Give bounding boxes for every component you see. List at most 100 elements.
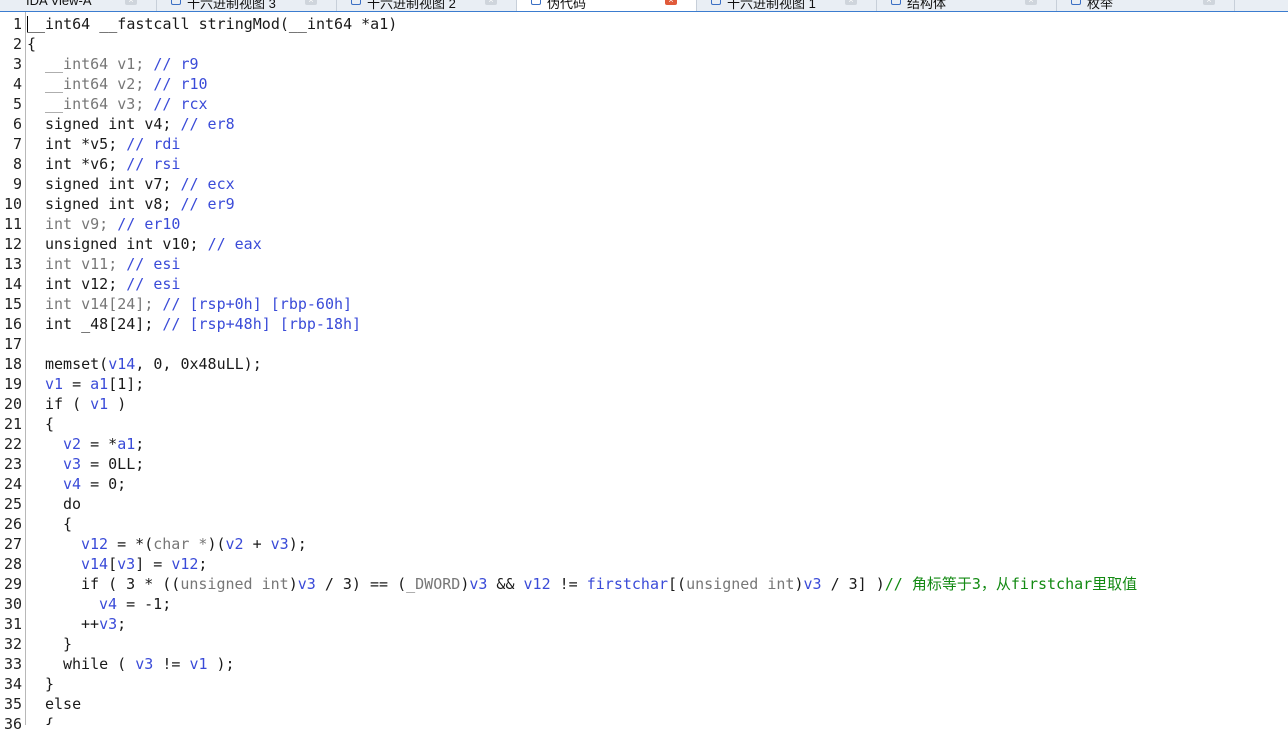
code-identifier[interactable]: firstchar	[587, 575, 668, 593]
line-number: 26	[3, 515, 22, 533]
code-line[interactable]: v4 = -1;	[99, 594, 171, 614]
code-token: int v11;	[45, 255, 127, 273]
code-identifier[interactable]: v1	[90, 395, 108, 413]
code-token: )	[794, 575, 804, 593]
code-line[interactable]: v4 = 0;	[63, 474, 126, 494]
code-line[interactable]: {	[63, 514, 72, 534]
line-number: 31	[3, 615, 22, 633]
code-line[interactable]: int *v5; // rdi	[45, 134, 180, 154]
code-line[interactable]: {	[27, 34, 36, 54]
tab-close-icon[interactable]: ×	[1203, 0, 1215, 5]
code-identifier[interactable]: v14	[81, 555, 108, 573]
code-identifier[interactable]: v4	[63, 475, 81, 493]
code-identifier[interactable]: v2	[226, 535, 244, 553]
code-identifier[interactable]: v3	[298, 575, 316, 593]
code-line[interactable]: if ( v1 )	[45, 394, 126, 414]
code-comment: // rsi	[126, 155, 181, 173]
tab-close-icon[interactable]: ×	[845, 0, 857, 5]
code-token: = 0LL;	[81, 455, 145, 473]
code-line[interactable]: int v14[24]; // [rsp+0h] [rbp-60h]	[45, 294, 352, 314]
code-identifier[interactable]: a1	[90, 375, 108, 393]
code-token: ++	[81, 615, 100, 633]
code-line[interactable]: signed int v8; // er9	[45, 194, 235, 214]
code-line[interactable]: signed int v7; // ecx	[45, 174, 235, 194]
code-identifier[interactable]: v3	[804, 575, 822, 593]
code-line[interactable]: __int64 v2; // r10	[45, 74, 208, 94]
code-comment: // 角标等于3，从firstchar里取值	[884, 575, 1138, 593]
code-line[interactable]: int _48[24]; // [rsp+48h] [rbp-18h]	[45, 314, 361, 334]
code-identifier[interactable]: v12	[81, 535, 108, 553]
code-identifier[interactable]: v2	[63, 435, 81, 453]
code-line[interactable]: else	[45, 694, 81, 714]
code-line[interactable]: v1 = a1[1];	[45, 374, 144, 394]
code-line[interactable]: v14[v3] = v12;	[81, 554, 207, 574]
tab-close-icon[interactable]: ×	[485, 0, 497, 5]
code-line[interactable]: v12 = *(char *)(v2 + v3);	[81, 534, 307, 554]
code-comment: // eax	[207, 235, 262, 253]
tab-4[interactable]: 十六进制视图 1 ×	[697, 0, 877, 11]
code-token: signed int v8;	[45, 195, 181, 213]
code-identifier[interactable]: v3	[99, 615, 117, 633]
code-identifier[interactable]: v3	[63, 455, 81, 473]
tab-3[interactable]: 伪代码 ×	[517, 0, 697, 11]
line-number: 21	[3, 415, 22, 433]
tab-6[interactable]: 枚举 ×	[1057, 0, 1235, 11]
code-comment: // esi	[126, 275, 181, 293]
tab-close-icon[interactable]: ×	[1025, 0, 1037, 5]
code-line[interactable]: {	[45, 714, 54, 725]
code-line[interactable]: unsigned int v10; // eax	[45, 234, 262, 254]
code-identifier[interactable]: v14	[108, 355, 135, 373]
code-token: }	[45, 675, 55, 693]
tab-2[interactable]: 十六进制视图 2 ×	[337, 0, 517, 11]
tab-0[interactable]: IDA View-A ×	[0, 0, 157, 11]
code-identifier[interactable]: v1	[45, 375, 63, 393]
code-token: else	[45, 695, 82, 713]
code-line[interactable]: while ( v3 != v1 );	[63, 654, 235, 674]
code-line[interactable]: int v12; // esi	[45, 274, 180, 294]
tab-close-icon[interactable]: ×	[125, 0, 137, 5]
code-line[interactable]: __int64 __fastcall stringMod(__int64 *a1…	[27, 14, 397, 34]
tab-close-icon[interactable]: ×	[665, 0, 677, 5]
code-identifier[interactable]: a1	[117, 435, 135, 453]
code-identifier[interactable]: v3	[135, 655, 153, 673]
code-line[interactable]: int v9; // er10	[45, 214, 180, 234]
tab-label: 枚举	[1087, 0, 1114, 11]
code-comment: // rdi	[126, 135, 181, 153]
code-identifier[interactable]: v3	[117, 555, 135, 573]
tab-1[interactable]: 十六进制视图 3 ×	[157, 0, 337, 11]
code-token: &&	[487, 575, 524, 593]
code-comment: // [rsp+0h] [rbp-60h]	[162, 295, 353, 313]
code-token: __int64 v1;	[45, 55, 154, 73]
tab-close-icon[interactable]: ×	[305, 0, 317, 5]
code-line[interactable]: __int64 v1; // r9	[45, 54, 199, 74]
code-line[interactable]: }	[63, 634, 72, 654]
code-token: ;	[117, 615, 127, 633]
code-identifier[interactable]: v1	[189, 655, 207, 673]
pseudocode-editor[interactable]: __int64 __fastcall stringMod(__int64 *a1…	[27, 12, 1288, 725]
code-identifier[interactable]: v3	[469, 575, 487, 593]
code-token: memset(	[45, 355, 109, 373]
code-line[interactable]: memset(v14, 0, 0x48uLL);	[45, 354, 262, 374]
code-line[interactable]: int v11; // esi	[45, 254, 180, 274]
code-token: );	[207, 655, 235, 673]
code-line[interactable]: if ( 3 * ((unsigned int)v3 / 3) == (_DWO…	[81, 574, 1137, 594]
code-comment: // er10	[117, 215, 181, 233]
tab-5[interactable]: 结构体 ×	[877, 0, 1057, 11]
code-token: __int64 v2;	[45, 75, 154, 93]
code-identifier[interactable]: v12	[524, 575, 551, 593]
code-line[interactable]: {	[45, 414, 54, 434]
code-identifier[interactable]: v12	[171, 555, 198, 573]
code-line[interactable]: do	[63, 494, 81, 514]
code-line[interactable]: }	[45, 674, 54, 694]
code-identifier[interactable]: v3	[271, 535, 289, 553]
code-line[interactable]: __int64 v3; // rcx	[45, 94, 208, 114]
code-line[interactable]: v2 = *a1;	[63, 434, 144, 454]
code-line[interactable]: int *v6; // rsi	[45, 154, 180, 174]
code-token: if ( 3 * ((	[81, 575, 181, 593]
tab-label: 十六进制视图 3	[187, 0, 276, 11]
code-line[interactable]: ++v3;	[81, 614, 126, 634]
code-token: _DWORD	[406, 575, 461, 593]
code-line[interactable]: v3 = 0LL;	[63, 454, 144, 474]
code-identifier[interactable]: v4	[99, 595, 117, 613]
code-line[interactable]: signed int v4; // er8	[45, 114, 235, 134]
